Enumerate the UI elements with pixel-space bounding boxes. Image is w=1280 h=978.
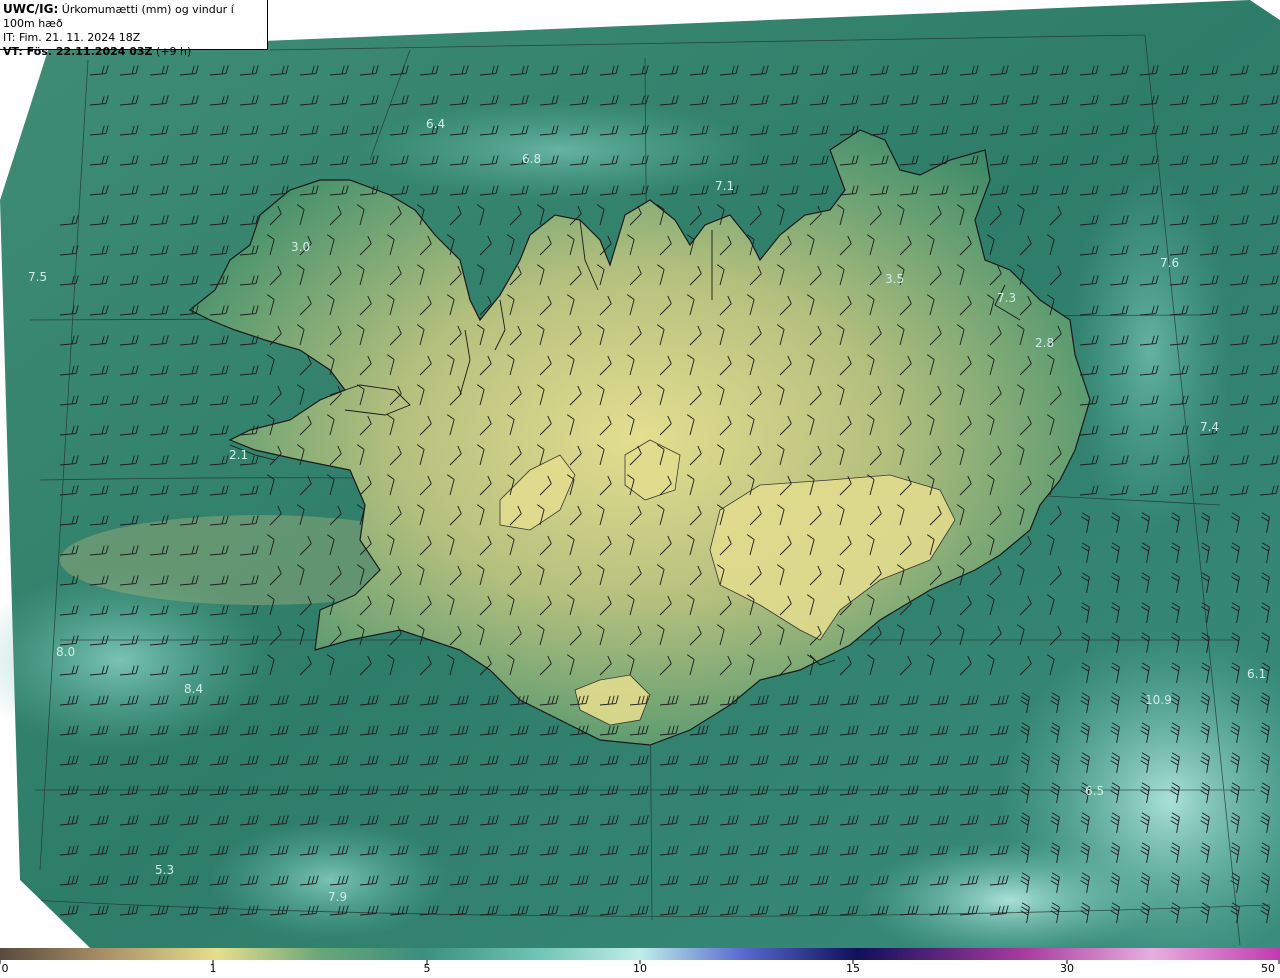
value-label: 10.9 — [1145, 693, 1172, 707]
value-label: 2.8 — [1035, 336, 1054, 350]
colorbar-tick-label: 10 — [633, 962, 647, 975]
value-label: 8.0 — [56, 645, 75, 659]
forecast-info-box: UWC/IG: Úrkomumætti (mm) og vindur í 100… — [0, 0, 268, 58]
value-label: 3.0 — [291, 240, 310, 254]
value-label: 6.8 — [522, 152, 541, 166]
value-label: 5.3 — [155, 863, 174, 877]
colorbar-tick-label: 5 — [423, 962, 431, 975]
value-label: 7.3 — [997, 291, 1016, 305]
colorbar-tick-label: 0 — [1, 962, 9, 975]
se-precip-band-2 — [860, 840, 1160, 960]
value-label: 7.4 — [1200, 420, 1219, 434]
n-precip-band — [360, 100, 760, 200]
colorbar-gradient — [0, 948, 1280, 960]
value-label: 3.5 — [885, 272, 904, 286]
value-label: 7.1 — [715, 179, 734, 193]
sw-precip-band-2 — [210, 820, 450, 940]
value-label: 2.1 — [229, 448, 248, 462]
colorbar-tick-label: 15 — [846, 962, 860, 975]
value-label: 7.9 — [328, 890, 347, 904]
value-label: 7.5 — [28, 270, 47, 284]
colorbar-tick-label: 1 — [209, 962, 217, 975]
value-label: 6.4 — [426, 117, 445, 131]
forecast-map: 6.4 6.8 7.1 3.0 7.5 3.5 7.6 7.3 2.8 7.4 … — [0, 0, 1280, 970]
value-label: 6.1 — [1247, 667, 1266, 681]
issue-time: IT: Fim. 21. 11. 2024 18Z — [3, 31, 141, 44]
model-name: UWC/IG: — [3, 2, 59, 16]
valid-time: VT: Fös. 22.11.2024 03Z — [3, 45, 153, 58]
colorbar-tick-label: 30 — [1060, 962, 1074, 975]
value-label: 6.5 — [1085, 784, 1104, 798]
value-label: 7.6 — [1160, 256, 1179, 270]
colorbar-tick-label: 50 — [1261, 962, 1275, 975]
value-label: 8.4 — [184, 682, 203, 696]
lead-time: (+9 h) — [156, 45, 192, 58]
